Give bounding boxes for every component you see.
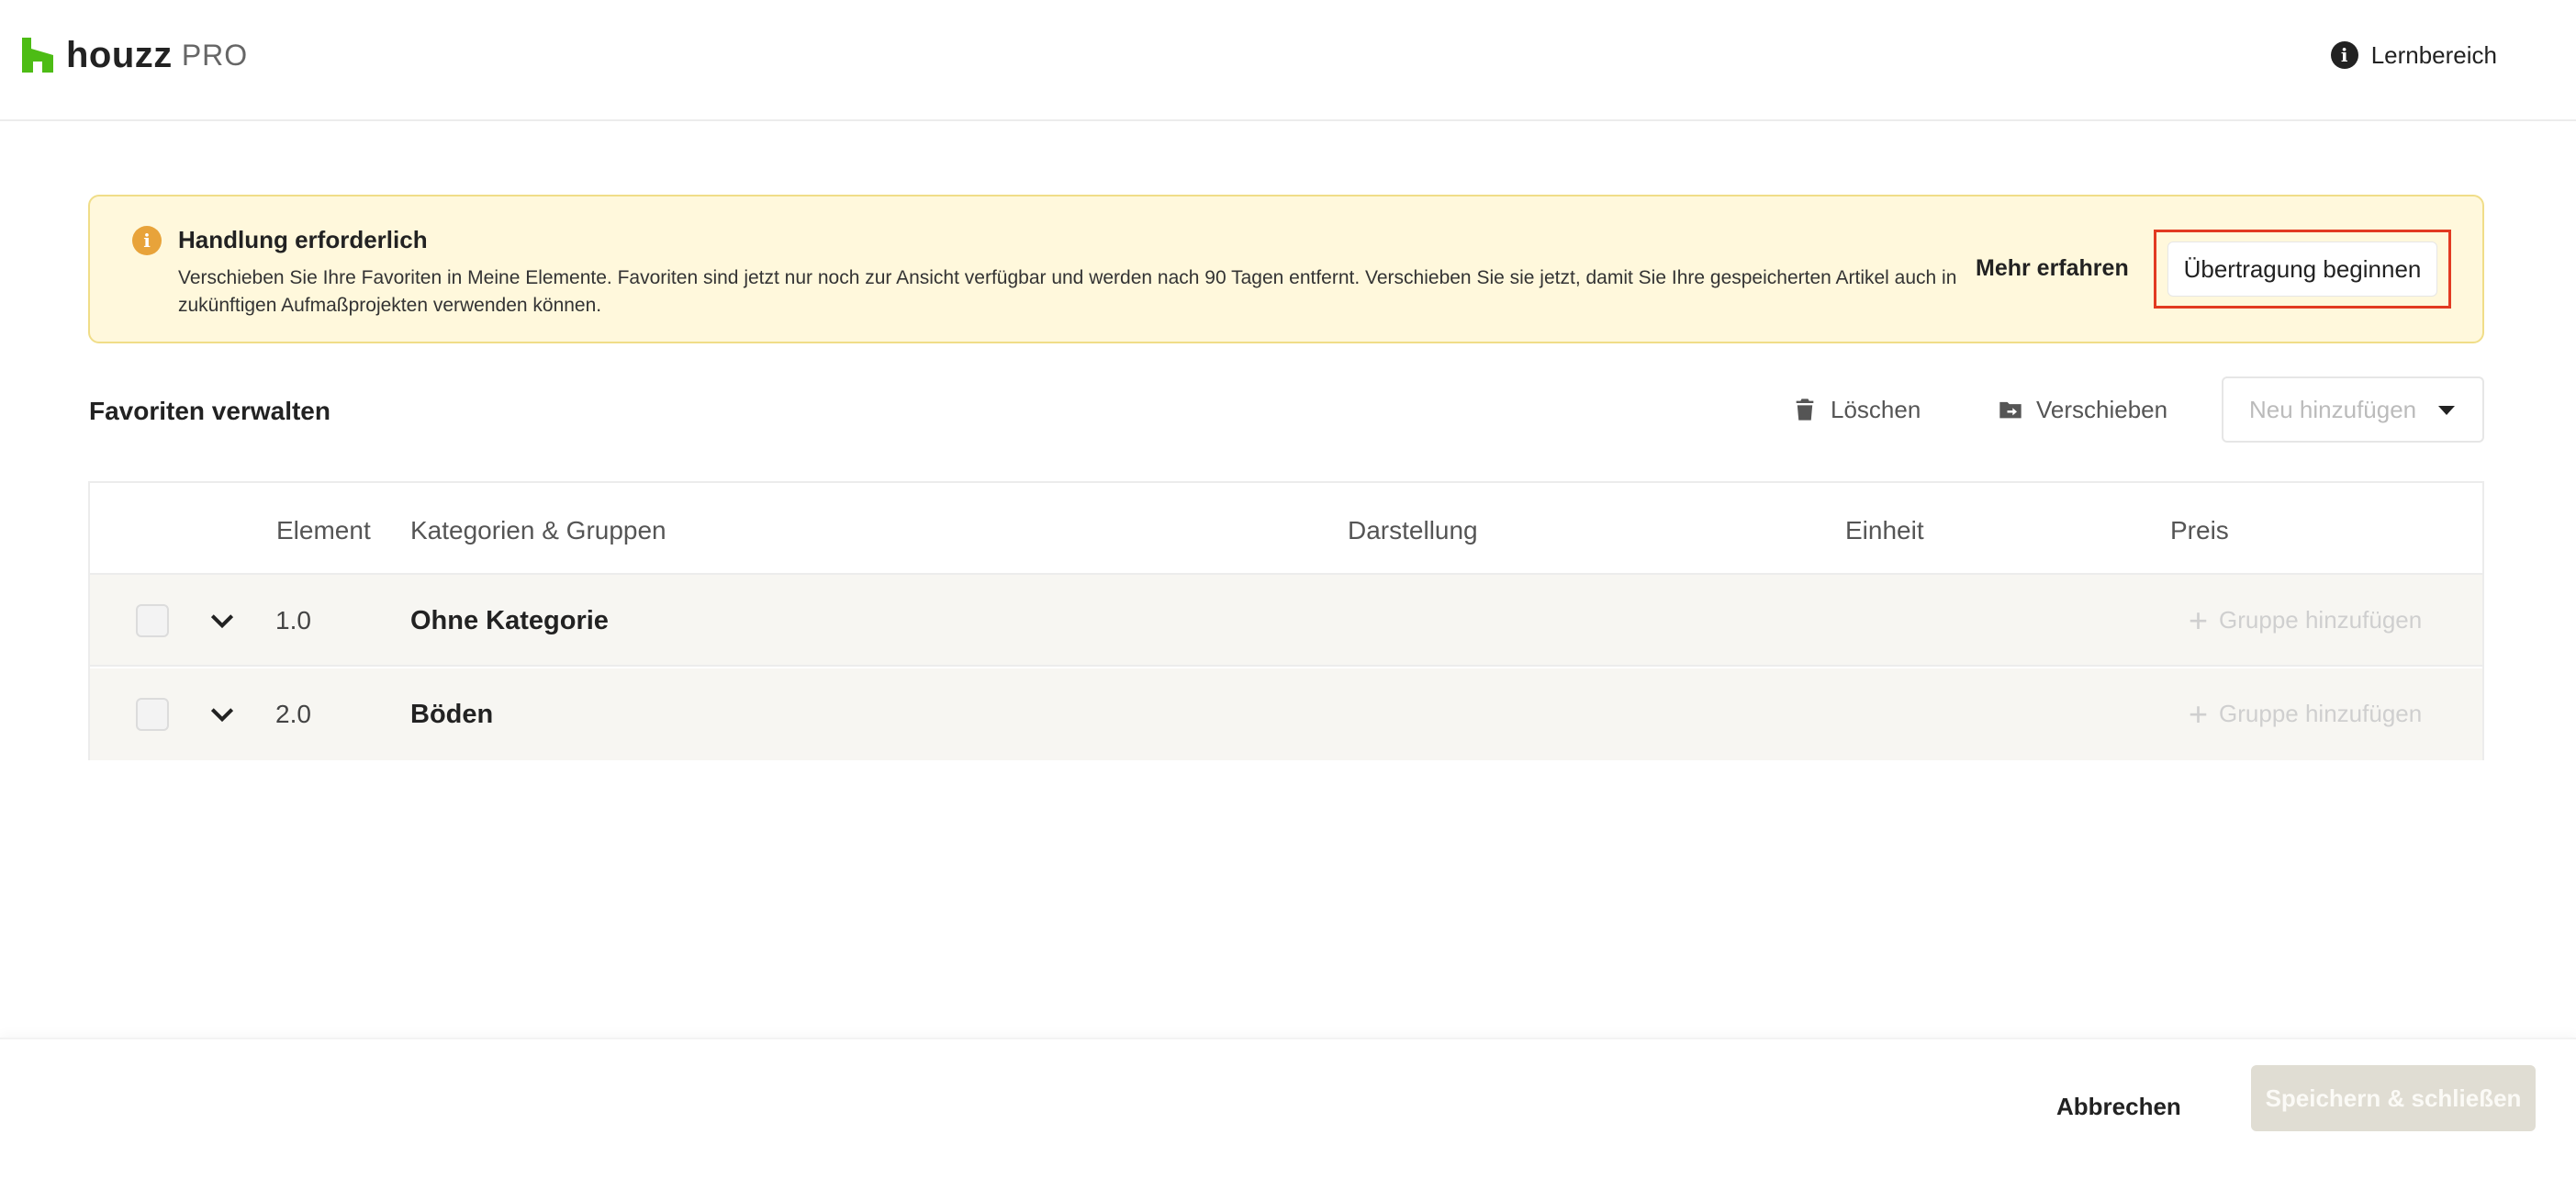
footer-bar: Abbrechen Speichern & schließen: [0, 1038, 2576, 1179]
move-button[interactable]: Verschieben: [1998, 389, 2167, 430]
chevron-down-icon[interactable]: [207, 700, 237, 729]
table-row[interactable]: 2.0 Böden + Gruppe hinzufügen: [90, 668, 2482, 760]
column-header-categories: Kategorien & Gruppen: [410, 516, 666, 545]
favorites-table: Element Kategorien & Gruppen Darstellung…: [88, 481, 2484, 760]
delete-button[interactable]: Löschen: [1792, 389, 1921, 430]
banner-message: Verschieben Sie Ihre Favoriten in Meine …: [178, 267, 1957, 316]
start-transfer-button[interactable]: Übertragung beginnen: [2167, 241, 2437, 297]
table-row[interactable]: 1.0 Ohne Kategorie + Gruppe hinzufügen: [90, 575, 2482, 667]
plus-icon: +: [2189, 601, 2209, 639]
page-title: Favoriten verwalten: [89, 397, 330, 425]
column-header-display: Darstellung: [1348, 516, 1478, 545]
row-number: 2.0: [275, 700, 311, 728]
top-header: houzz PRO i Lernbereich: [0, 0, 2576, 121]
move-label: Verschieben: [2036, 395, 2168, 423]
logo-pro-label: PRO: [181, 38, 249, 72]
add-new-label: Neu hinzufügen: [2249, 395, 2417, 423]
add-group-button[interactable]: + Gruppe hinzufügen: [2189, 694, 2423, 733]
learning-area-label: Lernbereich: [2370, 40, 2497, 69]
column-header-element: Element: [276, 516, 371, 545]
learn-more-button[interactable]: Mehr erfahren: [1976, 255, 2129, 282]
houzz-pro-logo[interactable]: houzz PRO: [22, 33, 248, 77]
add-group-label: Gruppe hinzufügen: [2219, 700, 2423, 727]
save-and-close-button[interactable]: Speichern & schließen: [2251, 1065, 2536, 1131]
action-required-banner: i Handlung erforderlich Verschieben Sie …: [88, 195, 2484, 343]
trash-icon: [1796, 399, 1814, 421]
add-group-label: Gruppe hinzufügen: [2219, 606, 2423, 634]
add-new-dropdown[interactable]: Neu hinzufügen: [2222, 376, 2484, 443]
houzz-logo-icon: [22, 38, 53, 73]
start-transfer-highlight: Übertragung beginnen: [2154, 230, 2451, 309]
row-category: Böden: [410, 700, 494, 729]
table-header: Element Kategorien & Gruppen Darstellung…: [90, 483, 2482, 575]
banner-title: Handlung erforderlich: [178, 226, 428, 253]
row-number: 1.0: [275, 606, 311, 634]
info-icon: i: [2330, 41, 2358, 69]
info-icon: i: [132, 226, 162, 255]
learning-area-link[interactable]: i Lernbereich: [2330, 37, 2497, 73]
row-checkbox[interactable]: [136, 698, 169, 731]
row-checkbox[interactable]: [136, 604, 169, 637]
delete-label: Löschen: [1831, 395, 1921, 423]
cancel-button[interactable]: Abbrechen: [2056, 1093, 2181, 1121]
column-header-unit: Einheit: [1845, 516, 1924, 545]
folder-move-icon: [1999, 401, 2022, 419]
column-header-price: Preis: [2170, 516, 2229, 545]
plus-icon: +: [2189, 694, 2209, 733]
row-category: Ohne Kategorie: [410, 606, 609, 635]
caret-down-icon: [2438, 406, 2455, 415]
add-group-button[interactable]: + Gruppe hinzufügen: [2189, 601, 2423, 639]
chevron-down-icon[interactable]: [207, 606, 237, 635]
logo-text: houzz: [66, 34, 173, 75]
